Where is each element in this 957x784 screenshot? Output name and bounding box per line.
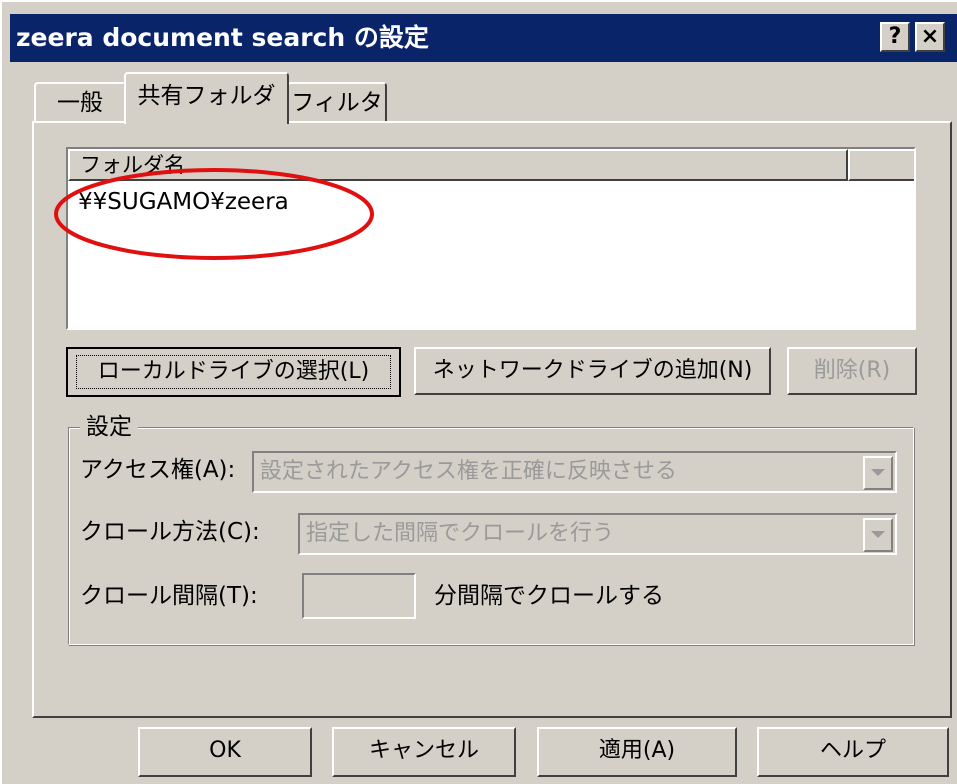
settings-group-title: 設定 — [80, 411, 138, 443]
tab-shared-folder[interactable]: 共有フォルダ — [124, 72, 289, 124]
list-header: フォルダ名 — [68, 149, 914, 181]
add-network-drive-button[interactable]: ネットワークドライブの追加(N) — [414, 347, 771, 395]
crawl-method-value: 指定した間隔でクロールを行う — [306, 521, 615, 546]
crawl-method-combobox[interactable]: 指定した間隔でクロールを行う — [298, 513, 897, 555]
chevron-down-icon[interactable] — [863, 456, 893, 490]
access-label: アクセス権(A): — [80, 457, 236, 483]
crawl-interval-input[interactable] — [302, 573, 416, 619]
folder-list[interactable]: フォルダ名 ¥¥SUGAMO¥zeera — [66, 147, 916, 330]
settings-dialog: zeera document search の設定 ? × 一般 共有フォルダ … — [0, 0, 957, 784]
delete-button[interactable]: 削除(R) — [787, 347, 917, 395]
focus-rect: ローカルドライブの選択(L) — [76, 355, 391, 389]
crawl-method-label: クロール方法(C): — [80, 519, 260, 545]
tab-filter[interactable]: フィルタ — [287, 82, 387, 122]
crawl-interval-suffix: 分間隔でクロールする — [434, 583, 664, 609]
column-header-folder-name[interactable]: フォルダ名 — [68, 149, 848, 181]
window-title: zeera document search の設定 — [16, 23, 429, 52]
chevron-down-icon[interactable] — [863, 518, 893, 552]
tab-general[interactable]: 一般 — [34, 82, 126, 122]
ok-button[interactable]: OK — [138, 727, 312, 777]
help-title-button[interactable]: ? — [880, 22, 910, 52]
close-button[interactable]: × — [915, 22, 945, 52]
list-item[interactable]: ¥¥SUGAMO¥zeera — [78, 187, 289, 217]
access-combobox[interactable]: 設定されたアクセス権を正確に反映させる — [252, 451, 897, 493]
cancel-button[interactable]: キャンセル — [332, 727, 516, 777]
apply-button[interactable]: 適用(A) — [537, 727, 737, 777]
crawl-interval-label: クロール間隔(T): — [80, 583, 258, 609]
column-header-empty — [848, 149, 914, 181]
help-button[interactable]: ヘルプ — [757, 727, 949, 777]
title-bar[interactable]: zeera document search の設定 ? × — [10, 14, 957, 62]
access-value: 設定されたアクセス権を正確に反映させる — [260, 459, 677, 484]
select-local-drive-button[interactable]: ローカルドライブの選択(L) — [66, 347, 401, 397]
